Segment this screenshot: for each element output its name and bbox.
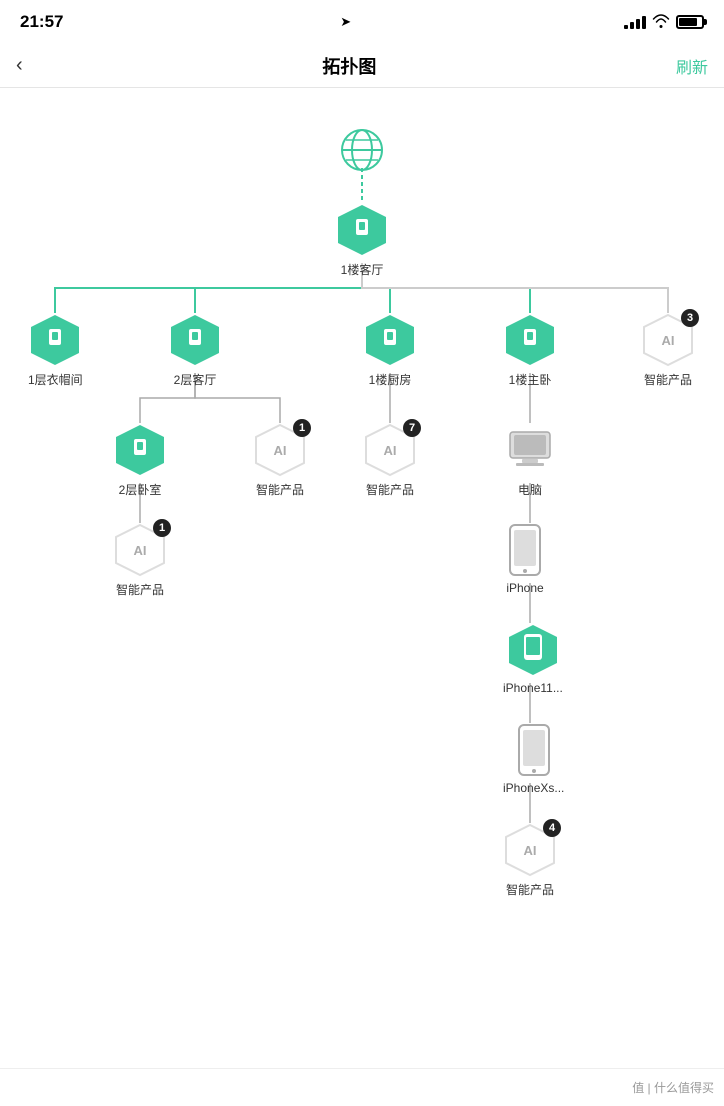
badge-smart1b: 1 <box>153 519 171 537</box>
main-content: 1楼客厅 1层衣帽间 <box>0 88 724 1068</box>
node-bedroom2[interactable]: 2层卧室 <box>113 423 167 498</box>
node-smart1a[interactable]: AI 1 智能产品 <box>253 423 307 498</box>
badge-smart4: 4 <box>543 819 561 837</box>
node-smart1b[interactable]: AI 1 智能产品 <box>113 523 167 598</box>
node-root[interactable]: 1楼客厅 <box>335 203 389 278</box>
node-iphone[interactable]: iPhone <box>503 523 547 595</box>
node-iphone11[interactable]: iPhone11... <box>503 623 563 695</box>
topology-container: 1楼客厅 1层衣帽间 <box>0 108 724 1048</box>
node-living2[interactable]: 2层客厅 <box>168 313 222 388</box>
nav-bar: ‹ 拓扑图 刷新 <box>0 44 724 88</box>
node-master[interactable]: 1楼主卧 <box>503 313 557 388</box>
badge-smart1a: 1 <box>293 419 311 437</box>
badge-smart7: 7 <box>403 419 421 437</box>
page-title: 拓扑图 <box>322 53 376 79</box>
node-wardrobe[interactable]: 1层衣帽间 <box>28 313 83 388</box>
refresh-button[interactable]: 刷新 <box>676 54 708 78</box>
badge-smart3: 3 <box>681 309 699 327</box>
node-smart7[interactable]: AI 7 智能产品 <box>363 423 417 498</box>
wifi-icon <box>652 14 670 31</box>
back-button[interactable]: ‹ <box>16 54 23 77</box>
node-kitchen[interactable]: 1楼厨房 <box>363 313 417 388</box>
node-smart4[interactable]: AI 4 智能产品 <box>503 823 557 898</box>
status-icons <box>624 14 704 31</box>
status-time: 21:57 <box>20 12 63 32</box>
footer: 值 | 什么值得买 <box>0 1068 724 1106</box>
signal-icon <box>624 16 646 29</box>
globe-node[interactable] <box>335 123 389 177</box>
footer-text: 值 | 什么值得买 <box>632 1081 714 1095</box>
battery-icon <box>676 15 704 29</box>
node-iphonexs[interactable]: iPhoneXs... <box>503 723 564 795</box>
location-icon: ➤ <box>340 14 351 30</box>
node-smart3[interactable]: AI 3 智能产品 <box>641 313 695 388</box>
node-computer[interactable]: 电脑 <box>503 423 557 498</box>
status-bar: 21:57 ➤ <box>0 0 724 44</box>
